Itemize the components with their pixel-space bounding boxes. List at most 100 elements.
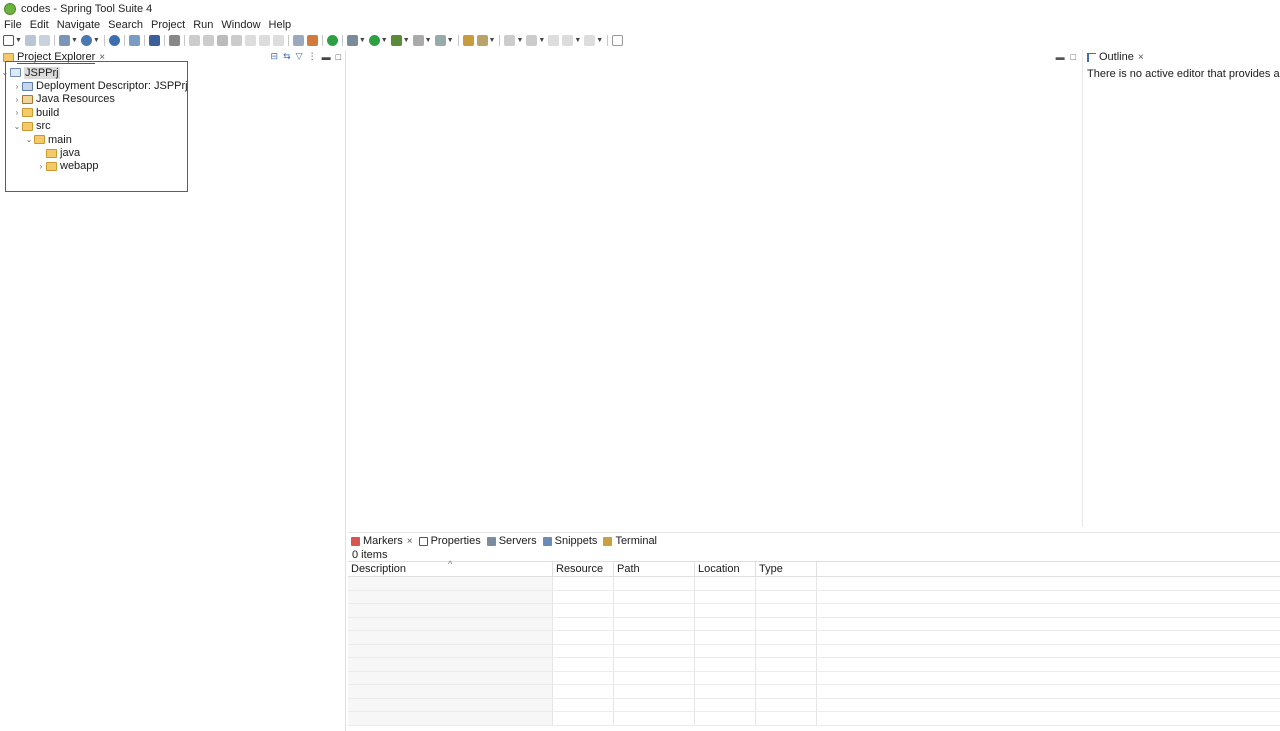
tab-project-explorer[interactable]: Project Explorer × bbox=[0, 51, 105, 64]
table-cell bbox=[756, 698, 817, 711]
console-icon[interactable] bbox=[148, 35, 160, 46]
run-icon[interactable] bbox=[368, 35, 380, 46]
open-type-icon[interactable] bbox=[128, 35, 140, 46]
chevron-down-icon[interactable]: ⌄ bbox=[12, 122, 22, 131]
tree-item-jspprj[interactable]: ⌄ JSPPrj bbox=[0, 66, 345, 79]
chevron-right-icon[interactable]: › bbox=[12, 95, 22, 104]
debug-icon[interactable] bbox=[346, 35, 358, 46]
menu-project[interactable]: Project bbox=[151, 19, 185, 31]
external-tools-icon[interactable] bbox=[434, 35, 446, 46]
filter-icon[interactable]: ▽ bbox=[296, 51, 303, 62]
use-step-filters-icon[interactable] bbox=[306, 35, 318, 46]
boot-dashboard-icon[interactable] bbox=[326, 35, 338, 46]
tab-markers[interactable]: Markers × bbox=[351, 535, 413, 547]
chevron-right-icon[interactable]: › bbox=[12, 108, 22, 117]
maximize-icon[interactable]: □ bbox=[336, 52, 341, 62]
column-header-resource[interactable]: Resource bbox=[553, 562, 614, 576]
link-with-editor-icon[interactable]: ⇆ bbox=[283, 51, 291, 62]
menu-help[interactable]: Help bbox=[269, 19, 292, 31]
skip-breakpoints-icon[interactable] bbox=[168, 35, 180, 46]
menu-run[interactable]: Run bbox=[193, 19, 213, 31]
table-cell bbox=[756, 671, 817, 684]
maximize-icon[interactable]: □ bbox=[1071, 52, 1076, 62]
suspend-icon[interactable] bbox=[202, 35, 214, 46]
step-into-icon[interactable] bbox=[244, 35, 256, 46]
chevron-right-icon[interactable]: › bbox=[36, 162, 46, 171]
tree-item-build[interactable]: › build bbox=[0, 106, 345, 119]
menu-edit[interactable]: Edit bbox=[30, 19, 49, 31]
menu-window[interactable]: Window bbox=[221, 19, 260, 31]
pin-editor-icon[interactable] bbox=[612, 35, 624, 46]
forward-dropdown-icon[interactable]: ▼ bbox=[596, 37, 603, 44]
close-icon[interactable]: × bbox=[1138, 52, 1144, 63]
spring-starter-icon[interactable] bbox=[80, 35, 92, 46]
tree-item-java-resources[interactable]: › Java Resources bbox=[0, 93, 345, 106]
close-icon[interactable]: × bbox=[407, 536, 413, 547]
save-icon[interactable] bbox=[24, 35, 36, 46]
chevron-down-icon[interactable]: ⌄ bbox=[24, 135, 34, 144]
tab-outline[interactable]: Outline × bbox=[1083, 51, 1144, 63]
table-row bbox=[348, 658, 1280, 672]
tab-terminal[interactable]: Terminal bbox=[603, 535, 657, 547]
back-dropdown-icon[interactable]: ▼ bbox=[574, 37, 581, 44]
open-folder-icon[interactable] bbox=[462, 35, 474, 46]
new-project-icon[interactable] bbox=[58, 35, 70, 46]
chevron-right-icon[interactable]: › bbox=[12, 82, 22, 91]
minimize-icon[interactable]: ▬ bbox=[1056, 52, 1065, 62]
table-cell bbox=[695, 658, 756, 671]
run-last-tool-icon[interactable] bbox=[390, 35, 402, 46]
step-return-icon[interactable] bbox=[272, 35, 284, 46]
new-dropdown-icon[interactable]: ▼ bbox=[15, 37, 22, 44]
menu-search[interactable]: Search bbox=[108, 19, 143, 31]
coverage-dropdown-icon[interactable]: ▼ bbox=[425, 37, 432, 44]
prev-annotation-dropdown-icon[interactable]: ▼ bbox=[538, 37, 545, 44]
chevron-down-icon[interactable]: ⌄ bbox=[0, 68, 10, 77]
next-annotation-icon[interactable] bbox=[504, 35, 516, 46]
spring-dropdown-icon[interactable]: ▼ bbox=[93, 37, 100, 44]
minimize-icon[interactable]: ▬ bbox=[322, 52, 331, 62]
project-explorer-icon bbox=[3, 52, 14, 62]
tree-item-main[interactable]: ⌄ main bbox=[0, 133, 345, 146]
back-icon[interactable] bbox=[562, 35, 574, 46]
drop-to-frame-icon[interactable] bbox=[292, 35, 304, 46]
view-menu-icon[interactable]: ⋮ bbox=[308, 51, 317, 62]
menu-file[interactable]: File bbox=[4, 19, 22, 31]
prev-annotation-icon[interactable] bbox=[526, 35, 538, 46]
column-header-location[interactable]: Location bbox=[695, 562, 756, 576]
new-icon[interactable] bbox=[3, 35, 14, 46]
next-annotation-dropdown-icon[interactable]: ▼ bbox=[516, 37, 523, 44]
run-dropdown-icon[interactable]: ▼ bbox=[381, 37, 388, 44]
step-over-icon[interactable] bbox=[258, 35, 270, 46]
terminate-icon[interactable] bbox=[216, 35, 228, 46]
collapse-all-icon[interactable]: ⊟ bbox=[271, 51, 279, 62]
resume-icon[interactable] bbox=[188, 35, 200, 46]
globe-icon[interactable] bbox=[108, 35, 120, 46]
tree-item-src[interactable]: ⌄ src bbox=[0, 120, 345, 133]
debug-dropdown-icon[interactable]: ▼ bbox=[359, 37, 366, 44]
new-project-dropdown-icon[interactable]: ▼ bbox=[71, 37, 78, 44]
last-edit-icon[interactable] bbox=[548, 35, 560, 46]
save-all-icon[interactable] bbox=[38, 35, 50, 46]
tab-snippets[interactable]: Snippets bbox=[542, 535, 597, 547]
column-header-path[interactable]: Path bbox=[614, 562, 695, 576]
column-header-type[interactable]: Type bbox=[756, 562, 817, 576]
markers-table-body bbox=[348, 577, 1280, 726]
coverage-icon[interactable] bbox=[412, 35, 424, 46]
run-last-tool-dropdown-icon[interactable]: ▼ bbox=[403, 37, 410, 44]
pen-icon[interactable] bbox=[476, 35, 488, 46]
tree-item-java[interactable]: java bbox=[0, 146, 345, 159]
tree-item-deployment-descriptor[interactable]: › Deployment Descriptor: JSPPrj bbox=[0, 79, 345, 92]
disconnect-icon[interactable] bbox=[230, 35, 242, 46]
pen-dropdown-icon[interactable]: ▼ bbox=[489, 37, 496, 44]
tree-item-webapp[interactable]: › webapp bbox=[0, 160, 345, 173]
close-icon[interactable]: × bbox=[99, 52, 105, 63]
forward-icon[interactable] bbox=[584, 35, 596, 46]
tab-servers[interactable]: Servers bbox=[486, 535, 537, 547]
menu-navigate[interactable]: Navigate bbox=[57, 19, 100, 31]
external-tools-dropdown-icon[interactable]: ▼ bbox=[447, 37, 454, 44]
column-header-description[interactable]: Description ^ bbox=[348, 559, 553, 576]
table-cell bbox=[614, 617, 695, 630]
table-cell bbox=[553, 617, 614, 630]
tab-properties[interactable]: Properties bbox=[418, 535, 481, 547]
table-cell bbox=[348, 658, 553, 671]
